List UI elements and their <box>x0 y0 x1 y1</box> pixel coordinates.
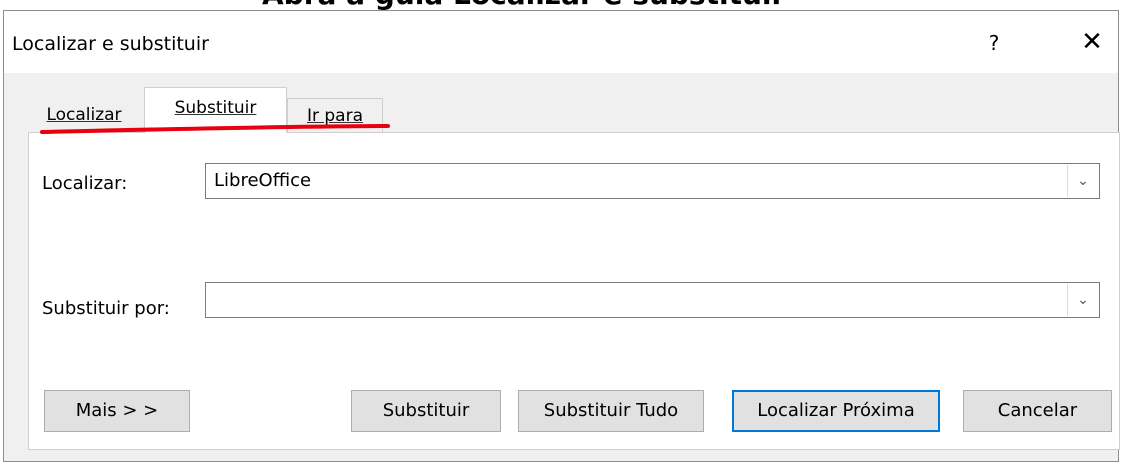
replace-panel: Localizar: LibreOffice ⌄ Substituir por:… <box>28 132 1120 450</box>
help-button[interactable]: ? <box>974 25 1014 61</box>
dialog-title: Localizar e substituir <box>12 33 209 55</box>
tab-label: Localizar <box>46 105 122 125</box>
replace-button[interactable]: Substituir <box>351 390 501 432</box>
find-label: Localizar: <box>42 173 128 194</box>
more-button[interactable]: Mais > > <box>44 390 190 432</box>
tab-label: Substituir <box>174 98 257 118</box>
replace-label: Substituir por: <box>42 298 170 319</box>
tab-localizar[interactable]: Localizar <box>34 98 134 132</box>
chevron-down-icon: ⌄ <box>1077 292 1089 308</box>
chevron-down-icon: ⌄ <box>1077 173 1089 189</box>
replace-dropdown-button[interactable]: ⌄ <box>1067 284 1098 316</box>
find-replace-dialog: Localizar e substituir ? ✕ Localizar Sub… <box>3 10 1120 462</box>
replace-all-button[interactable]: Substituir Tudo <box>518 390 704 432</box>
tab-substituir[interactable]: Substituir <box>144 87 287 133</box>
replace-combobox[interactable]: ⌄ <box>205 282 1100 318</box>
find-next-button[interactable]: Localizar Próxima <box>732 390 940 432</box>
tab-ir-para[interactable]: Ir para <box>287 98 383 132</box>
close-icon: ✕ <box>1081 27 1103 57</box>
close-button[interactable]: ✕ <box>1072 23 1112 61</box>
find-dropdown-button[interactable]: ⌄ <box>1067 165 1098 197</box>
cancel-button[interactable]: Cancelar <box>963 390 1112 432</box>
title-bar: Localizar e substituir ? ✕ <box>4 11 1118 73</box>
help-icon: ? <box>988 31 1000 55</box>
find-input-value[interactable]: LibreOffice <box>214 164 311 198</box>
tab-label: Ir para <box>306 106 364 126</box>
find-combobox[interactable]: LibreOffice ⌄ <box>205 163 1100 199</box>
